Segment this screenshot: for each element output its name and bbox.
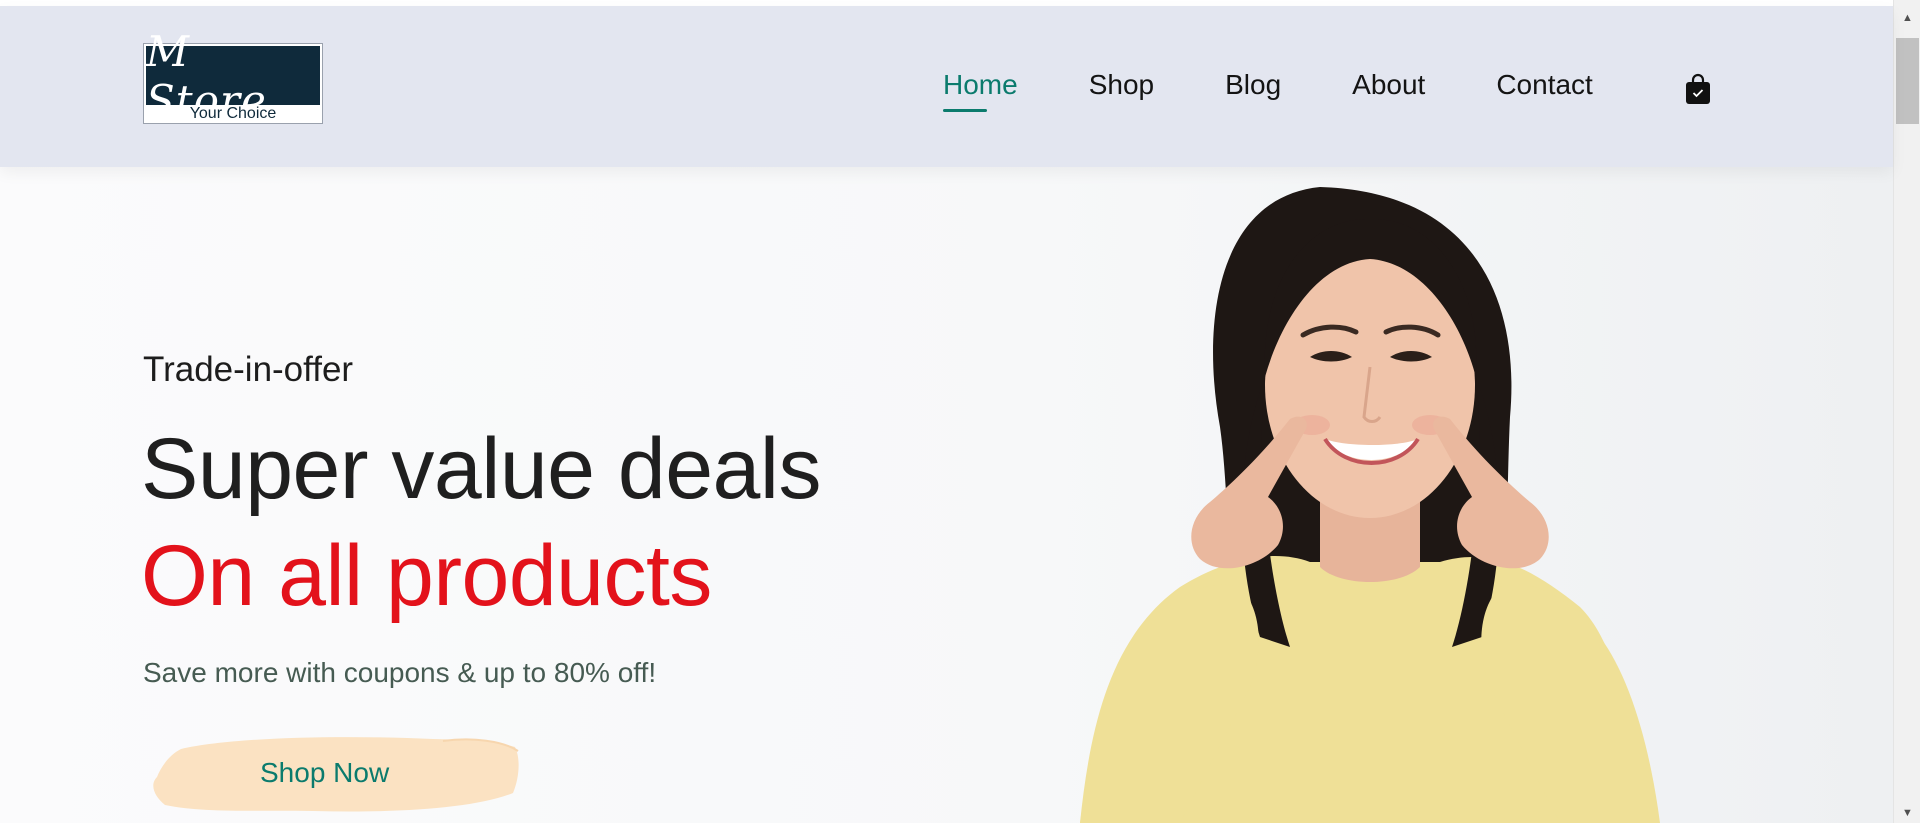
hero-headline-accent: On all products xyxy=(141,528,712,624)
store-logo[interactable]: M Store Your Choice xyxy=(143,27,323,125)
hero-headline: Super value deals xyxy=(141,421,821,517)
shop-now-button[interactable]: Shop Now xyxy=(143,727,523,822)
scroll-down-arrow-icon[interactable]: ▼ xyxy=(1894,803,1920,823)
scroll-thumb[interactable] xyxy=(1896,38,1919,124)
hero-subtext: Save more with coupons & up to 80% off! xyxy=(143,657,657,688)
nav-shop[interactable]: Shop xyxy=(1089,69,1154,101)
page: M Store Your Choice Home Shop Blog About… xyxy=(0,0,1920,823)
hero-model-image xyxy=(1020,167,1720,823)
hero-eyebrow: Trade-in-offer xyxy=(143,350,354,389)
nav-contact[interactable]: Contact xyxy=(1496,69,1593,101)
nav-home[interactable]: Home xyxy=(943,69,1018,112)
logo-banner: M Store xyxy=(146,27,320,125)
vertical-scrollbar[interactable]: ▲ ▼ xyxy=(1893,0,1920,823)
navbar: M Store Your Choice Home Shop Blog About… xyxy=(0,6,1893,167)
shop-now-label: Shop Now xyxy=(260,757,390,788)
logo-tagline: Your Choice xyxy=(189,105,277,122)
shopping-bag-icon[interactable] xyxy=(1685,73,1711,105)
hero-section: Trade-in-offer Super value deals On all … xyxy=(0,167,1893,823)
scroll-up-arrow-icon[interactable]: ▲ xyxy=(1894,0,1920,36)
nav-about[interactable]: About xyxy=(1352,69,1425,101)
nav-blog[interactable]: Blog xyxy=(1225,69,1281,101)
main-nav: Home Shop Blog About Contact xyxy=(943,6,1664,167)
